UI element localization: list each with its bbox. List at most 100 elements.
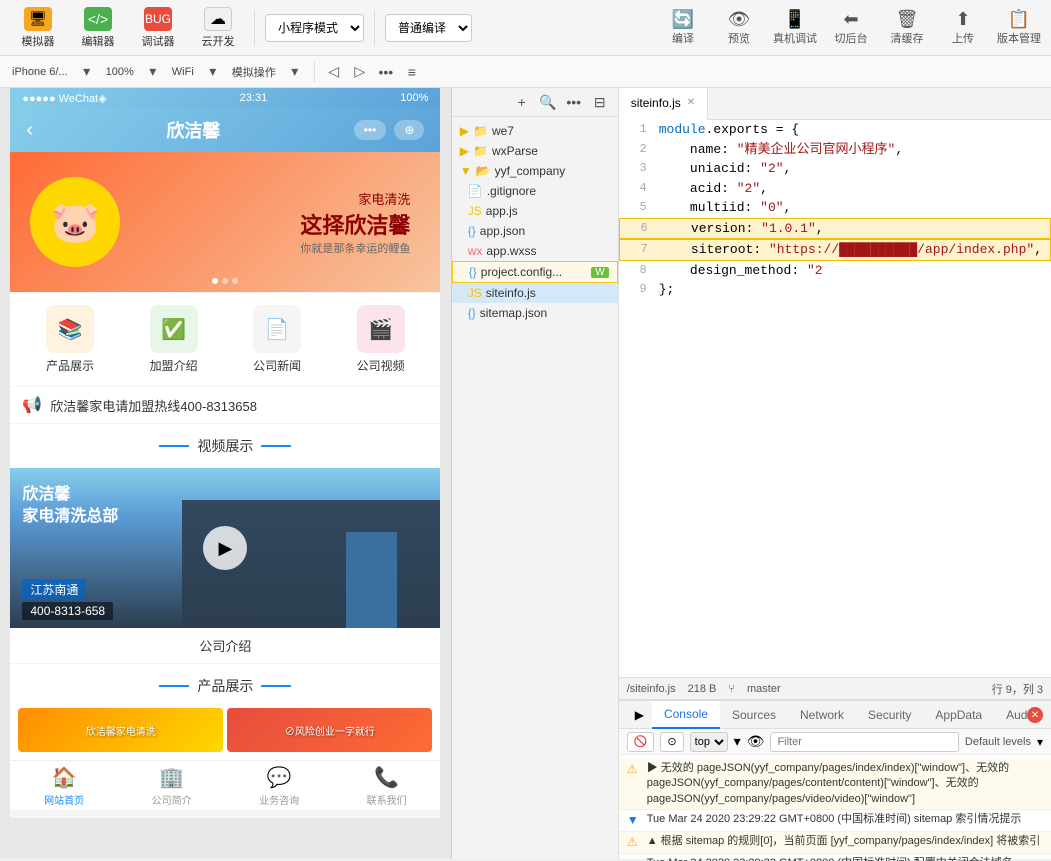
menu-item-join[interactable]: ✅ 加盟介绍 bbox=[150, 305, 198, 374]
menu-item-news[interactable]: 📄 公司新闻 bbox=[253, 305, 301, 374]
debugger-btn[interactable]: BUG 调试器 bbox=[128, 3, 188, 53]
search-file-icon[interactable]: 🔍 bbox=[538, 92, 558, 112]
preview-btn[interactable]: 👁 预览 bbox=[715, 9, 763, 46]
file-item-appjson[interactable]: {} app.json bbox=[452, 221, 618, 241]
editor-btn[interactable]: </> 编辑器 bbox=[68, 3, 128, 53]
console-msg-4: ▼ Tue Mar 24 2020 23:29:22 GMT+0800 (中国标… bbox=[619, 854, 1051, 861]
console-filter-input[interactable] bbox=[770, 732, 958, 752]
file-item-siteinfo[interactable]: JS siteinfo.js bbox=[452, 283, 618, 303]
tab-sources[interactable]: Sources bbox=[720, 701, 788, 729]
toolbar-right: 🔄 编译 👁 预览 📱 真机调试 ⬅ 切后台 🗑 清缓存 ⬆ 上传 📋 版本管理 bbox=[659, 9, 1043, 46]
more-file-icon[interactable]: ••• bbox=[564, 92, 584, 112]
product-banner-1[interactable]: 欣洁馨家电清洗 bbox=[18, 708, 223, 752]
menu-icon-video: 🎬 bbox=[357, 305, 405, 353]
nav-company[interactable]: 🏢 公司简介 bbox=[152, 765, 192, 807]
device-dropdown[interactable]: ▾ bbox=[76, 61, 98, 83]
file-icon-appjs: JS bbox=[468, 204, 482, 218]
version-btn[interactable]: 📋 版本管理 bbox=[995, 9, 1043, 46]
folder-icon-yyf: ▼ bbox=[460, 164, 472, 178]
warn-icon-1: ⚠ bbox=[627, 761, 641, 778]
video-play-btn[interactable]: ▶ bbox=[203, 526, 247, 570]
banner-pig-icon: 🐷 bbox=[30, 177, 120, 267]
console-level-dropdown[interactable]: ▾ bbox=[1037, 735, 1043, 749]
nav-business[interactable]: 💬 业务咨询 bbox=[259, 765, 299, 807]
action-btn3[interactable]: ••• bbox=[375, 61, 397, 83]
file-item-wxparse[interactable]: ▶ 📁 wxParse bbox=[452, 141, 618, 161]
add-file-icon[interactable]: + bbox=[512, 92, 532, 112]
product-banner-2[interactable]: ⊘风险创业一字就行 bbox=[227, 708, 432, 752]
file-name-appjson: app.json bbox=[480, 224, 525, 238]
section-line-left bbox=[159, 445, 189, 447]
file-name-wxparse: wxParse bbox=[492, 144, 538, 158]
phone-content[interactable]: 🐷 家电清洗 这择欣洁馨 你就是那条幸运的鲤鱼 📚 bbox=[10, 152, 440, 818]
compile-label: 编译 bbox=[672, 30, 694, 46]
clear-btn[interactable]: 🗑 清缓存 bbox=[883, 9, 931, 46]
menu-label-join: 加盟介绍 bbox=[150, 357, 198, 374]
cloud-icon: ☁ bbox=[204, 7, 232, 31]
console-expand-btn[interactable]: ▶ bbox=[627, 708, 652, 722]
new-badge: W bbox=[591, 267, 608, 278]
real-debug-btn[interactable]: 📱 真机调试 bbox=[771, 9, 819, 46]
phone-signal: ●●●●● WeChat◈ bbox=[22, 92, 106, 105]
video-text: 欣洁馨 家电清洗总部 bbox=[22, 484, 118, 529]
upload-btn[interactable]: ⬆ 上传 bbox=[939, 9, 987, 46]
scale-dropdown[interactable]: ▾ bbox=[142, 61, 164, 83]
action-btn2[interactable]: ▷ bbox=[349, 61, 371, 83]
console-clear-btn[interactable]: 🚫 bbox=[627, 732, 655, 752]
console-content[interactable]: ⚠ ▶ 无效的 pageJSON(yyf_company/pages/index… bbox=[619, 755, 1051, 861]
console-panel: ▶ Console Sources Network Security AppDa… bbox=[619, 699, 1051, 859]
file-item-projectconfig[interactable]: {} project.config... W bbox=[452, 261, 618, 283]
tab-appdata[interactable]: AppData bbox=[923, 701, 994, 729]
line-num-1: 1 bbox=[619, 120, 659, 138]
console-dropdown-icon[interactable]: ▾ bbox=[734, 733, 741, 750]
file-item-appwxss[interactable]: wx app.wxss bbox=[452, 241, 618, 261]
menu-label-news: 公司新闻 bbox=[253, 357, 301, 374]
video-thumbnail[interactable]: 欣洁馨 家电清洗总部 ▶ 江苏南通 400-8313-658 bbox=[10, 468, 440, 628]
menu-icon-product: 📚 bbox=[46, 305, 94, 353]
file-item-appjs[interactable]: JS app.js bbox=[452, 201, 618, 221]
folder-color-yyf: 📂 bbox=[476, 164, 491, 178]
file-item-sitemapjson[interactable]: {} sitemap.json bbox=[452, 303, 618, 323]
cloud-btn[interactable]: ☁ 云开发 bbox=[188, 3, 248, 53]
console-eye-icon[interactable]: 👁 bbox=[747, 733, 765, 750]
folder-icon-we7: ▶ bbox=[460, 124, 469, 138]
console-top-select[interactable]: top bbox=[690, 732, 728, 752]
tab-close-icon[interactable]: ✕ bbox=[687, 97, 695, 108]
console-level-label: Default levels bbox=[965, 736, 1031, 748]
file-item-yyf[interactable]: ▼ 📂 yyf_company bbox=[452, 161, 618, 181]
menu-item-video[interactable]: 🎬 公司视频 bbox=[357, 305, 405, 374]
tab-network[interactable]: Network bbox=[788, 701, 856, 729]
phone-action-btn[interactable]: ⊕ bbox=[394, 120, 424, 140]
collapse-file-icon[interactable]: ⊟ bbox=[590, 92, 610, 112]
console-close-btn[interactable]: ✕ bbox=[1027, 707, 1043, 723]
network-label: WiFi bbox=[168, 66, 198, 78]
simulator-panel: ●●●●● WeChat◈ 23:31 100% ‹ 欣洁馨 ••• ⊕ 🐷 bbox=[0, 88, 452, 859]
video-phone: 400-8313-658 bbox=[22, 602, 113, 620]
tab-siteinfo[interactable]: siteinfo.js ✕ bbox=[619, 88, 708, 120]
tab-console[interactable]: Console bbox=[652, 701, 720, 729]
nav-contact[interactable]: 📞 联系我们 bbox=[367, 765, 407, 807]
phone-back-icon[interactable]: ‹ bbox=[26, 119, 33, 142]
menu-item-product[interactable]: 📚 产品展示 bbox=[46, 305, 94, 374]
compile-select[interactable]: 普通编译 bbox=[385, 14, 472, 42]
phone-menu-btn[interactable]: ••• bbox=[354, 120, 387, 140]
action-btn1[interactable]: ◁ bbox=[323, 61, 345, 83]
switch-btn[interactable]: ⬅ 切后台 bbox=[827, 9, 875, 46]
compile-btn[interactable]: 🔄 编译 bbox=[659, 9, 707, 46]
tab-security[interactable]: Security bbox=[856, 701, 923, 729]
simulator-btn[interactable]: 🖥 模拟器 bbox=[8, 3, 68, 53]
editor-label: 编辑器 bbox=[82, 33, 115, 49]
operation-dropdown[interactable]: ▾ bbox=[284, 61, 306, 83]
file-name-sitemapjson: sitemap.json bbox=[480, 306, 547, 320]
network-dropdown[interactable]: ▾ bbox=[202, 61, 224, 83]
mode-select[interactable]: 小程序模式 bbox=[265, 14, 364, 42]
file-item-gitignore[interactable]: 📄 .gitignore bbox=[452, 181, 618, 201]
nav-home[interactable]: 🏠 网站首页 bbox=[44, 765, 84, 807]
product-line-left bbox=[159, 685, 189, 687]
console-stop-btn[interactable]: ⊙ bbox=[660, 732, 683, 752]
action-btn4[interactable]: ≡ bbox=[401, 61, 423, 83]
file-item-we7[interactable]: ▶ 📁 we7 bbox=[452, 121, 618, 141]
console-msg-3: ⚠ ▲ 根据 sitemap 的规则[0]，当前页面 [yyf_company/… bbox=[619, 832, 1051, 854]
console-msg-text-1: ▶ 无效的 pageJSON(yyf_company/pages/index/i… bbox=[647, 761, 1043, 807]
simulator-label: 模拟器 bbox=[22, 33, 55, 49]
